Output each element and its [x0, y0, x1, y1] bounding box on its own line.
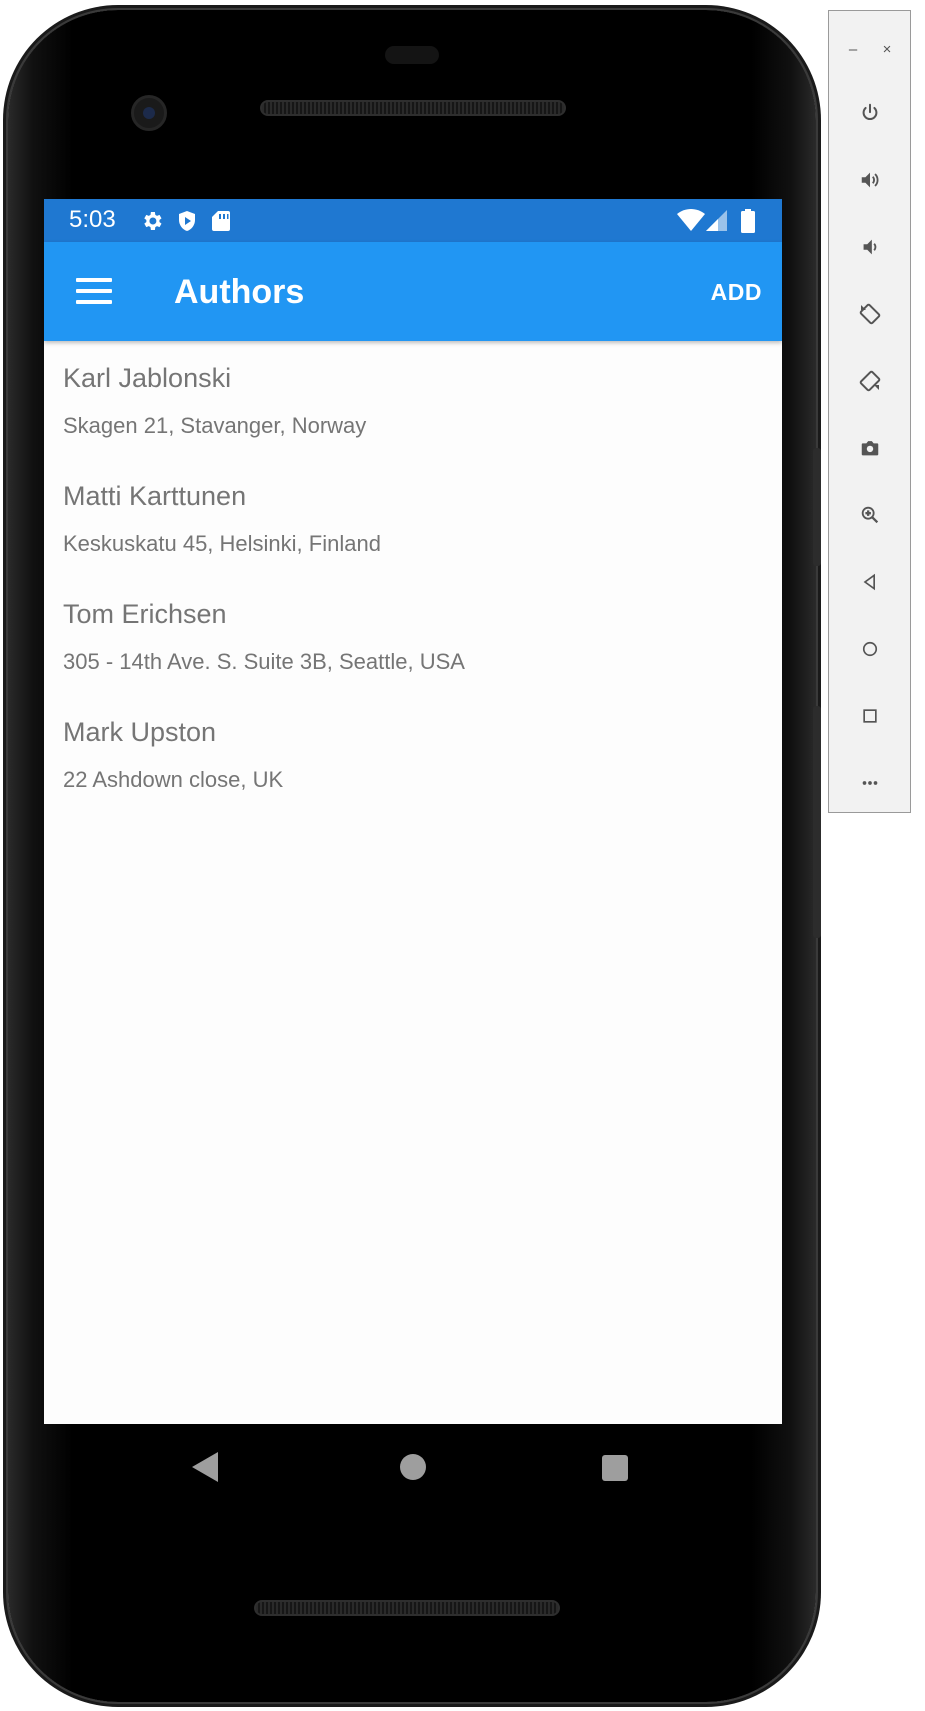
list-item[interactable]: Mark Upston 22 Ashdown close, UK — [44, 695, 782, 813]
bottom-speaker-grille — [254, 1600, 560, 1616]
home-icon[interactable] — [829, 629, 910, 669]
status-bar: 5:03 — [44, 199, 782, 242]
author-name: Mark Upston — [63, 717, 217, 747]
minimize-icon[interactable]: – — [839, 35, 867, 63]
zoom-icon[interactable] — [829, 495, 910, 535]
gear-icon — [144, 212, 162, 230]
author-list: Karl Jablonski Skagen 21, Stavanger, Nor… — [44, 341, 782, 813]
home-icon[interactable] — [400, 1454, 426, 1480]
status-time: 5:03 — [69, 206, 116, 233]
volume-up-icon[interactable] — [829, 160, 910, 200]
hamburger-menu-icon[interactable] — [76, 278, 112, 306]
front-camera — [131, 95, 167, 131]
author-name: Matti Karttunen — [63, 481, 247, 511]
author-address: Skagen 21, Stavanger, Norway — [63, 413, 367, 438]
camera-icon[interactable] — [829, 428, 910, 468]
list-item[interactable]: Karl Jablonski Skagen 21, Stavanger, Nor… — [44, 341, 782, 459]
back-icon[interactable] — [192, 1452, 218, 1482]
author-address: 22 Ashdown close, UK — [63, 767, 284, 792]
emulator-toolbar: – × — [828, 10, 911, 813]
back-icon[interactable] — [829, 562, 910, 602]
overview-icon[interactable] — [829, 696, 910, 736]
hardware-volume-rocker — [813, 706, 821, 938]
top-speaker-grille — [260, 100, 566, 116]
rotate-right-icon[interactable] — [829, 361, 910, 401]
close-icon[interactable]: × — [873, 35, 901, 63]
wifi-icon — [677, 209, 705, 231]
device-screen: 5:03 Authors ADD Karl Jablonski Skagen 2… — [44, 199, 782, 1424]
play-protect-icon — [179, 211, 195, 231]
recents-icon[interactable] — [602, 1455, 628, 1481]
battery-icon — [741, 209, 755, 233]
volume-down-icon[interactable] — [829, 227, 910, 267]
author-address: 305 - 14th Ave. S. Suite 3B, Seattle, US… — [63, 649, 465, 674]
sd-card-icon — [212, 211, 230, 231]
author-name: Karl Jablonski — [63, 363, 232, 393]
add-author-button[interactable]: ADD — [709, 274, 764, 310]
power-icon[interactable] — [829, 93, 910, 133]
hardware-power-button — [813, 448, 821, 566]
rotate-left-icon[interactable] — [829, 294, 910, 334]
author-name: Tom Erichsen — [63, 599, 227, 629]
earpiece — [385, 46, 439, 64]
signal-icon — [706, 210, 727, 231]
system-nav-bar — [44, 1424, 782, 1510]
more-icon[interactable] — [829, 763, 910, 803]
author-address: Keskuskatu 45, Helsinki, Finland — [63, 531, 381, 556]
page-title: Authors — [174, 273, 305, 311]
list-item[interactable]: Tom Erichsen 305 - 14th Ave. S. Suite 3B… — [44, 577, 782, 695]
list-item[interactable]: Matti Karttunen Keskuskatu 45, Helsinki,… — [44, 459, 782, 577]
app-bar: Authors ADD — [44, 242, 782, 341]
